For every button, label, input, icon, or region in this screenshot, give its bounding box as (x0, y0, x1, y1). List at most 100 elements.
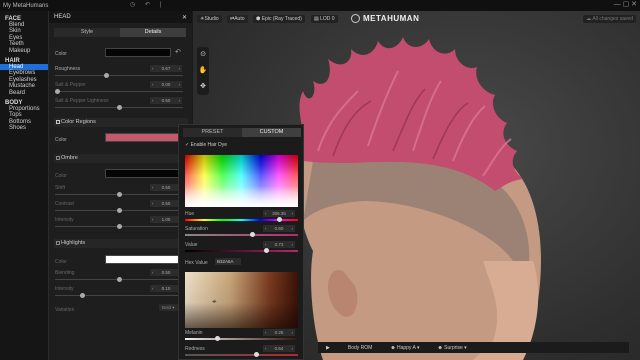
camera-icon[interactable]: ⊙ (197, 47, 209, 63)
salt-pepper-lightness-label: Salt & Pepper Lightness (55, 98, 109, 104)
hex-label: Hex Value (185, 260, 208, 266)
slider-handle[interactable] (276, 217, 282, 222)
checkbox-icon[interactable] (56, 120, 60, 124)
saturation-slider[interactable] (185, 232, 298, 237)
spectrum-overlay (185, 155, 298, 207)
salt-pepper-slider[interactable] (55, 89, 183, 94)
picker-tabs: PRESET CUSTOM (183, 128, 301, 137)
slider-handle[interactable] (215, 336, 221, 341)
render-quality-button[interactable]: ⬢ Epic (Ray Traced) (253, 15, 305, 23)
slider-handle[interactable] (116, 208, 122, 213)
window-controls[interactable]: — ▢ ✕ (614, 0, 637, 8)
slider-handle[interactable] (79, 293, 85, 298)
undo-icon[interactable]: ↶ (145, 2, 150, 8)
animation-bar: ▶ Body ROM ☻ Happy A ▾ ☻ Surprise ▾ (318, 342, 629, 353)
ombre-contrast-label: Contrast (55, 201, 74, 207)
ombre-intensity-slider[interactable] (55, 224, 183, 229)
checkbox-icon[interactable] (56, 241, 60, 245)
pan-hand-icon[interactable]: ✋ (197, 63, 209, 79)
salt-pepper-lightness-slider[interactable] (55, 105, 183, 110)
slider-handle[interactable] (104, 73, 110, 78)
slider-handle[interactable] (116, 277, 122, 282)
color-regions-title: Color Regions (61, 119, 96, 125)
slider-handle[interactable] (254, 352, 260, 357)
slider-handle[interactable] (116, 105, 122, 110)
salt-pepper-label: Salt & Pepper (55, 82, 86, 88)
tab-details[interactable]: Details (120, 28, 186, 37)
tab-style[interactable]: Style (54, 28, 120, 37)
ombre-color-label: Color (55, 173, 67, 179)
title-icons: ◷ ↶ | (130, 1, 169, 8)
sidebar-item-makeup[interactable]: Makeup (0, 48, 48, 54)
hue-stepper[interactable]: ‹ 306.35 › (263, 210, 295, 217)
melanin-label: Melanin (185, 330, 203, 336)
ombre-intensity-label: Intensity (55, 217, 74, 223)
enable-hair-dye-checkbox[interactable]: ✓ Enable Hair Dye (185, 142, 227, 148)
viewport-tools: ⊙ ✋ ✥ (197, 47, 209, 95)
close-icon[interactable]: ✕ (182, 14, 187, 21)
body-rom-button[interactable]: Body ROM (348, 345, 372, 351)
happy-a-button[interactable]: ☻ Happy A ▾ (390, 345, 419, 351)
region-color-swatch[interactable] (105, 133, 179, 142)
base-color-swatch[interactable] (105, 48, 171, 57)
slider-handle[interactable] (263, 248, 269, 253)
roughness-stepper[interactable]: ‹ 0.67 › (150, 65, 182, 72)
slider-handle[interactable] (116, 224, 122, 229)
redness-label: Redness (185, 346, 205, 352)
move-icon[interactable]: ✥ (197, 79, 209, 95)
hair-dye-picker: PRESET CUSTOM ✓ Enable Hair Dye Hue ‹ 306.… (178, 124, 304, 360)
salt-pepper-stepper[interactable]: ‹ 0.00 › (150, 81, 182, 88)
salt-pepper-lightness-stepper[interactable]: ‹ 0.50 › (150, 97, 182, 104)
ombre-title: Ombre (61, 155, 78, 161)
ombre-color-swatch[interactable] (105, 169, 179, 178)
melanin-slider[interactable] (185, 336, 298, 341)
redness-slider[interactable] (185, 352, 298, 357)
redness-stepper[interactable]: ‹ 0.64 › (263, 345, 295, 352)
history-icon[interactable]: ◷ (130, 2, 135, 8)
highlights-color-label: Color (55, 259, 67, 265)
value-slider[interactable] (185, 248, 298, 253)
value-label: Value (185, 242, 198, 248)
region-color-label: Color (55, 137, 67, 143)
tab-preset[interactable]: PRESET (183, 128, 242, 137)
slider-handle[interactable] (55, 89, 60, 94)
saturation-stepper[interactable]: ‹ 0.60 › (263, 225, 295, 232)
ombre-shift-slider[interactable] (55, 192, 183, 197)
studio-button[interactable]: ☀Studio (197, 15, 222, 23)
title-bar: My MetaHumans ◷ ↶ | — ▢ ✕ (0, 0, 640, 11)
highlights-header[interactable]: Highlights (54, 239, 188, 248)
auto-button[interactable]: ⇄Auto (227, 15, 248, 23)
melanin-stepper[interactable]: ‹ 0.28 › (263, 329, 295, 336)
highlights-intensity-slider[interactable] (55, 293, 183, 298)
play-icon[interactable]: ▶ (326, 345, 330, 351)
hex-input[interactable]: B32A6A (215, 258, 241, 265)
crosshair-icon[interactable]: ⌖ (212, 297, 217, 307)
brand-logo: METAHUMAN (351, 14, 419, 24)
panel-header: HEAD ✕ (49, 11, 192, 23)
highlights-color-swatch[interactable] (105, 255, 179, 264)
reset-icon[interactable]: ↶ (175, 48, 181, 56)
slider-handle[interactable] (116, 192, 122, 197)
variation-label: Variation (55, 307, 75, 313)
tab-custom[interactable]: CUSTOM (242, 128, 301, 137)
roughness-slider[interactable] (55, 73, 183, 78)
hue-slider[interactable] (185, 217, 298, 222)
value-stepper[interactable]: ‹ 0.73 › (263, 241, 295, 248)
highlights-blending-slider[interactable] (55, 277, 183, 282)
color-regions-header[interactable]: Color Regions (54, 118, 188, 127)
ombre-contrast-slider[interactable] (55, 208, 183, 213)
slider-handle[interactable] (249, 232, 255, 237)
lod-button[interactable]: ▤ LOD 0 (311, 15, 338, 23)
sidebar: FACE Blend Skin Eyes Teeth Makeup HAIR Head Eyeb… (0, 11, 48, 360)
sidebar-item-shoes[interactable]: Shoes (0, 125, 48, 131)
panel-title: HEAD (54, 14, 71, 20)
properties-panel: HEAD ✕ Style Details Color ↶ Roughness ‹ 0… (48, 11, 192, 360)
surprise-button[interactable]: ☻ Surprise ▾ (438, 345, 467, 351)
metahuman-logo-icon (351, 14, 360, 24)
checkbox-icon[interactable] (56, 156, 60, 160)
highlights-blending-label: Blending (55, 270, 75, 276)
sidebar-list: FACE Blend Skin Eyes Teeth Makeup HAIR Head Eyeb… (0, 16, 48, 131)
ombre-header[interactable]: Ombre (54, 154, 188, 163)
hue-label: Hue (185, 211, 195, 217)
sidebar-item-beard[interactable]: Beard (0, 90, 48, 96)
